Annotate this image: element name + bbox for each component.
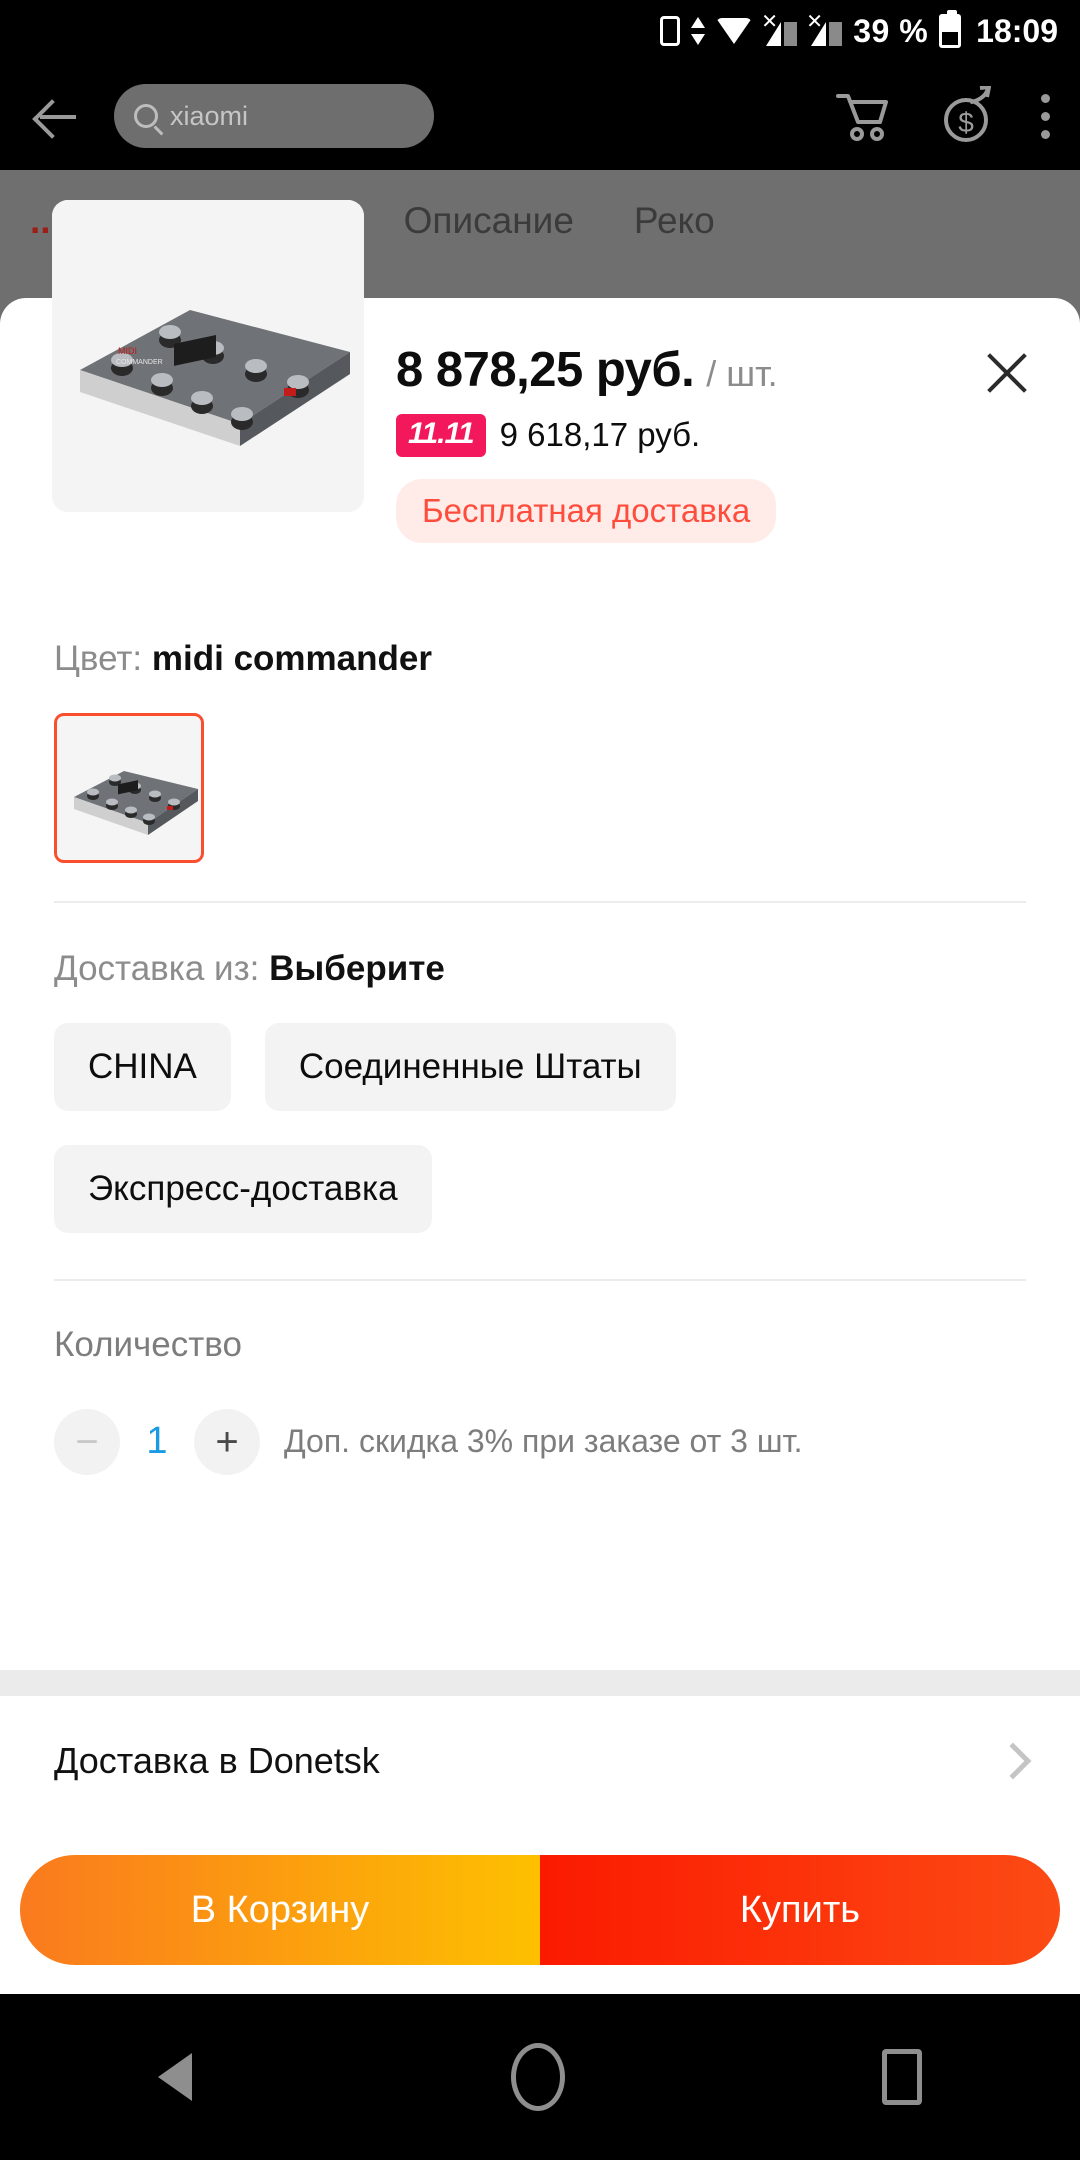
chevron-right-icon xyxy=(994,1742,1032,1780)
color-swatch-list xyxy=(54,712,1026,863)
quantity-value: 1 xyxy=(146,1420,168,1462)
old-price: 9 618,17 руб. xyxy=(499,416,701,454)
ship-from-value: Выберите xyxy=(269,948,445,988)
quantity-decrease-button[interactable]: − xyxy=(54,1408,120,1475)
app-top-bar: xiaomi $ xyxy=(0,62,1080,170)
data-transfer-icon xyxy=(691,16,706,46)
svg-text:$: $ xyxy=(958,107,974,138)
price-block: 8 878,25 руб. / шт. 11.11 9 618,17 руб. … xyxy=(366,332,778,543)
product-options-sheet: MIDI COMMANDER 8 878,25 руб. / шт. 11.11… xyxy=(0,200,1080,1670)
delivery-destination-row[interactable]: Доставка в Donetsk xyxy=(0,1696,1080,1826)
phone-icon xyxy=(660,16,681,46)
overflow-menu-icon[interactable] xyxy=(1040,93,1050,139)
color-label-row: Цвет: midi commander xyxy=(54,639,1026,679)
sim2-signal-icon: ✕ xyxy=(806,12,843,46)
search-icon xyxy=(134,104,158,128)
price-unit: / шт. xyxy=(706,353,778,394)
color-swatch-midi-commander[interactable] xyxy=(54,712,204,863)
status-bar: ✕ ✕ 39 % 18:09 xyxy=(0,0,1080,62)
minus-icon: − xyxy=(75,1419,99,1464)
nav-back-icon[interactable] xyxy=(158,2053,194,2101)
promo-badge: 11.11 xyxy=(396,414,486,457)
search-query-text: xiaomi xyxy=(170,100,249,131)
ship-from-option-usa[interactable]: Соединенные Штаты xyxy=(264,1022,676,1111)
add-to-cart-label: В Корзину xyxy=(190,1888,370,1931)
ship-from-label-row: Доставка из: Выберите xyxy=(54,949,1026,989)
add-to-cart-button[interactable]: В Корзину xyxy=(20,1855,540,1965)
ship-from-option-china[interactable]: CHINA xyxy=(54,1022,231,1111)
delivery-destination-text: Доставка в Donetsk xyxy=(54,1740,380,1781)
background-tab-2: Описание xyxy=(403,200,574,241)
android-nav-bar xyxy=(0,1994,1080,2160)
share-dollar-icon[interactable]: $ xyxy=(936,86,996,146)
phone-screen: ✕ ✕ 39 % 18:09 xiaomi $ Описание Реко MI… xyxy=(0,0,1080,2160)
back-arrow-icon[interactable] xyxy=(18,79,92,153)
divider-1 xyxy=(54,900,1026,903)
color-label: Цвет: xyxy=(54,638,143,678)
color-value: midi commander xyxy=(151,638,432,678)
section-separator-band xyxy=(0,1670,1080,1696)
search-input[interactable]: xiaomi xyxy=(114,84,434,148)
ship-from-options: CHINA Соединенные Штаты Экспресс-доставк… xyxy=(54,1022,1026,1233)
quantity-increase-button[interactable]: + xyxy=(194,1408,260,1475)
current-price: 8 878,25 руб. xyxy=(396,343,695,397)
buy-now-button[interactable]: Купить xyxy=(540,1855,1060,1965)
sim1-signal-icon: ✕ xyxy=(761,12,798,46)
wifi-icon xyxy=(716,18,753,44)
plus-icon: + xyxy=(215,1419,239,1464)
free-shipping-badge: Бесплатная доставка xyxy=(396,478,777,543)
clock: 18:09 xyxy=(976,12,1058,49)
quantity-stepper: − 1 + Доп. скидка 3% при заказе от 3 шт. xyxy=(54,1408,1026,1475)
background-tab-3: Реко xyxy=(633,200,715,241)
quantity-discount-note: Доп. скидка 3% при заказе от 3 шт. xyxy=(284,1423,803,1459)
cta-bar: В Корзину Купить xyxy=(0,1826,1080,1994)
quantity-title: Количество xyxy=(54,1324,242,1364)
divider-2 xyxy=(54,1278,1026,1281)
cart-icon[interactable] xyxy=(832,86,892,146)
nav-home-icon[interactable] xyxy=(510,2043,565,2111)
nav-recents-icon[interactable] xyxy=(881,2049,922,2105)
battery-percent: 39 % xyxy=(853,12,929,49)
ship-from-option-express[interactable]: Экспресс-доставка xyxy=(54,1144,432,1233)
buy-now-label: Купить xyxy=(739,1888,861,1931)
ship-from-label: Доставка из: xyxy=(54,948,260,988)
battery-icon xyxy=(939,10,962,48)
